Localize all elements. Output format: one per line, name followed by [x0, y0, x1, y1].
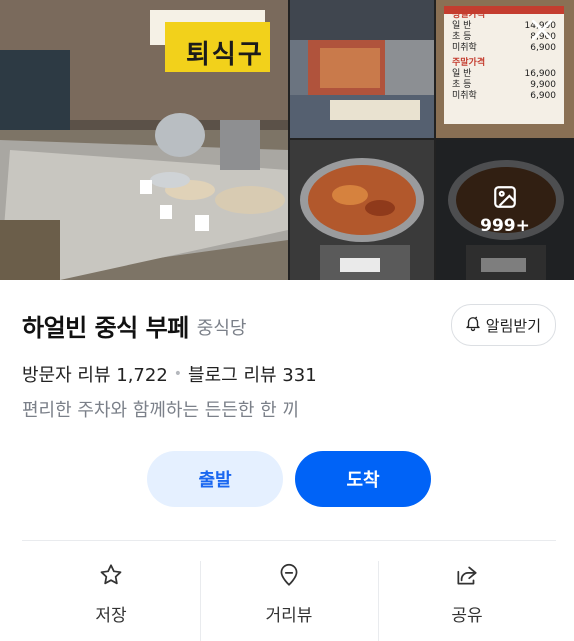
place-info: 하얼빈 중식 부페 중식당 알림받기 방문자 리뷰 1,722 • 블로그 리뷰… — [22, 300, 556, 424]
map-pin-icon — [275, 561, 303, 589]
action-tabs: 저장 거리뷰 공유 — [22, 541, 556, 641]
alert-button[interactable]: 알림받기 — [450, 304, 556, 346]
separator-dot: • — [173, 366, 183, 382]
more-photos-overlay[interactable]: 999+ — [436, 140, 574, 280]
close-button[interactable] — [524, 14, 560, 50]
close-icon — [527, 15, 557, 49]
image-icon — [492, 184, 518, 210]
blog-review-link[interactable]: 블로그 리뷰 331 — [188, 361, 317, 387]
alert-button-label: 알림받기 — [485, 316, 541, 335]
tab-share-label: 공유 — [451, 606, 483, 626]
tab-save-label: 저장 — [95, 606, 127, 626]
depart-button[interactable]: 출발 — [147, 451, 283, 507]
sign-text: 퇴식구 — [186, 40, 264, 70]
photo-storefront[interactable] — [290, 0, 434, 138]
tab-street-view[interactable]: 거리뷰 — [200, 541, 378, 641]
place-title: 하얼빈 중식 부페 — [22, 313, 189, 342]
star-icon — [97, 561, 125, 589]
price-row: 미취학 6,900 — [452, 91, 556, 101]
tab-street-view-label: 거리뷰 — [265, 606, 313, 626]
share-icon — [453, 561, 481, 589]
photo-more[interactable]: 999+ — [436, 140, 574, 280]
photo-food-pan[interactable] — [290, 140, 434, 280]
review-summary: 방문자 리뷰 1,722 • 블로그 리뷰 331 — [22, 360, 556, 388]
weekend-title: 주말가격 — [452, 58, 486, 68]
photo-gallery[interactable]: 퇴식구 평일가격 일 반 14,900 초 등 8,900 미취학 6,900 … — [0, 0, 574, 280]
tab-save[interactable]: 저장 — [22, 541, 200, 640]
route-actions: 출발 도착 — [0, 451, 574, 507]
price-row: 초 등 9,900 — [452, 80, 556, 90]
photo-main-buffet[interactable]: 퇴식구 — [0, 0, 288, 280]
arrive-button[interactable]: 도착 — [295, 451, 431, 507]
place-category: 중식당 — [196, 317, 247, 339]
price-row: 일 반 16,900 — [452, 69, 556, 79]
bell-icon — [464, 314, 482, 336]
tab-share[interactable]: 공유 — [378, 541, 556, 641]
place-description: 편리한 주차와 함께하는 든든한 한 끼 — [22, 400, 300, 421]
visitor-review-link[interactable]: 방문자 리뷰 1,722 — [22, 361, 168, 387]
more-photos-count: 999+ — [480, 216, 530, 236]
